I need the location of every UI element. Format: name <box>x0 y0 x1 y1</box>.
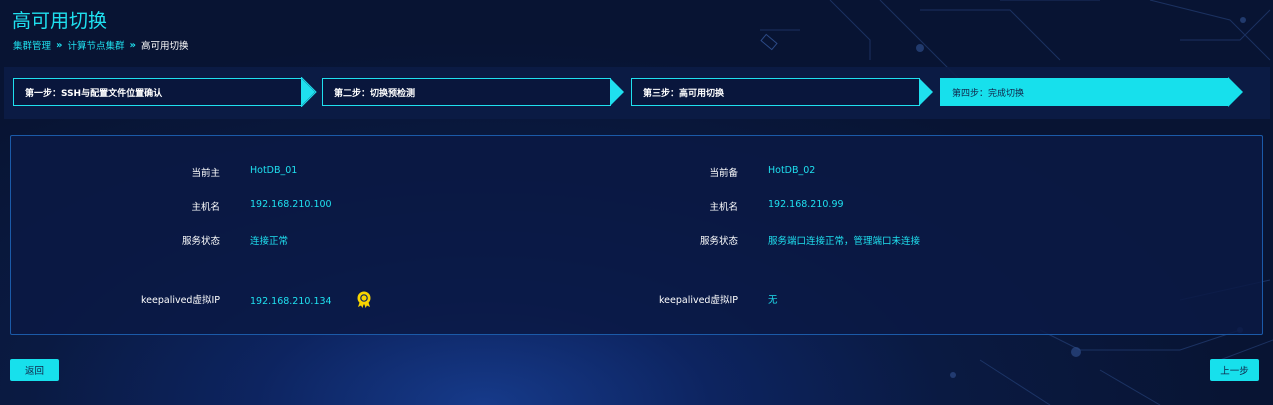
backup-service-status-value: 服务端口连接正常，管理端口未连接 <box>768 236 921 247</box>
breadcrumb-cluster-management[interactable]: 集群管理 <box>13 38 51 52</box>
step-1: 第一步：SSH与配置文件位置确认 <box>13 77 317 107</box>
master-service-status-value: 连接正常 <box>250 236 289 247</box>
step-4: 第四步：完成切换 <box>940 77 1244 107</box>
step-3: 第三步：高可用切换 <box>631 78 935 106</box>
master-vip-label: keepalived虚拟IP <box>140 295 220 306</box>
master-service-status-label: 服务状态 <box>181 236 220 247</box>
backup-hostname-label: 主机名 <box>709 202 738 213</box>
breadcrumb-compute-node-cluster[interactable]: 计算节点集群 <box>67 38 124 52</box>
step-arrow-icon <box>301 77 317 107</box>
breadcrumb-separator-icon: » <box>56 39 63 51</box>
step-1-label: 第一步：SSH与配置文件位置确认 <box>13 78 302 106</box>
backup-vip-label: keepalived虚拟IP <box>658 295 738 306</box>
step-4-label: 第四步：完成切换 <box>940 78 1229 106</box>
step-3-label: 第三步：高可用切换 <box>631 78 920 106</box>
back-button[interactable]: 返回 <box>10 359 59 381</box>
backup-vip-value: 无 <box>768 295 778 306</box>
step-arrow-icon <box>919 78 933 106</box>
page-title: 高可用切换 <box>12 10 108 32</box>
step-arrow-icon <box>1228 77 1243 107</box>
badge-icon <box>357 291 371 308</box>
current-backup-label: 当前备 <box>709 168 738 179</box>
step-2: 第二步：切换预检测 <box>322 78 626 106</box>
master-hostname-value: 192.168.210.100 <box>250 199 332 210</box>
step-2-label: 第二步：切换预检测 <box>322 78 611 106</box>
backup-service-status-label: 服务状态 <box>699 236 738 247</box>
breadcrumb-separator-icon: » <box>129 39 136 51</box>
previous-step-button[interactable]: 上一步 <box>1210 359 1259 381</box>
master-vip-value: 192.168.210.134 <box>250 296 332 307</box>
breadcrumb-current: 高可用切换 <box>140 41 189 52</box>
master-hostname-label: 主机名 <box>191 202 220 213</box>
backup-hostname-value: 192.168.210.99 <box>768 199 844 210</box>
breadcrumb: 集群管理 » 计算节点集群 » 高可用切换 <box>13 38 189 53</box>
current-backup-value: HotDB_02 <box>768 165 816 176</box>
current-master-label: 当前主 <box>191 168 220 179</box>
current-master-value: HotDB_01 <box>250 165 298 176</box>
step-arrow-icon <box>610 78 624 106</box>
